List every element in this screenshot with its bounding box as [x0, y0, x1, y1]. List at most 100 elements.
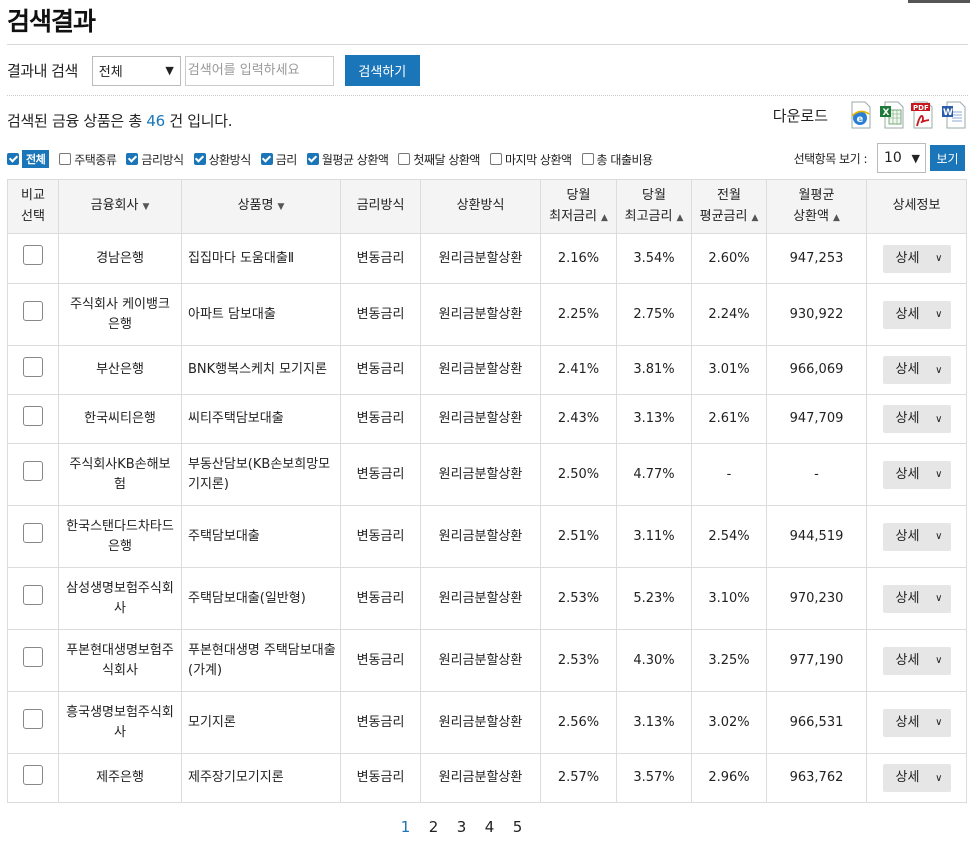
compare-checkbox[interactable] [23, 356, 43, 377]
min-cell: 2.56% [540, 691, 617, 754]
detail-button[interactable]: 상세 ∨ [882, 300, 951, 329]
repay-cell: 원리금분할상환 [420, 691, 541, 754]
option-checkbox[interactable] [581, 153, 594, 165]
option-rate-method[interactable]: 금리방식 [126, 151, 184, 168]
compare-cell [7, 505, 59, 568]
option-checkbox[interactable] [126, 153, 139, 165]
sort-arrow-icon[interactable]: ▲ [833, 213, 840, 223]
search-scope-select[interactable]: 전체 ▼ [91, 55, 181, 86]
pdf-icon[interactable]: PDF [911, 100, 935, 130]
max-cell: 4.30% [616, 629, 692, 692]
chevron-down-icon: ∨ [935, 309, 943, 320]
detail-label: 상세 [895, 411, 920, 427]
detail-button[interactable]: 상세 ∨ [882, 405, 951, 433]
option-checkbox[interactable] [489, 153, 502, 165]
chevron-down-icon: ∨ [935, 717, 943, 728]
table-header: 비교 선택 금융회사 ▼ 상품명 ▼ 금리방식 상환방식 당월 최저금리 ▲ 당월 최고금리 ▲ 전월 평균금… [7, 179, 967, 234]
monthly-cell: 930,922 [766, 283, 867, 346]
svg-text:e: e [857, 114, 864, 125]
compare-cell [7, 394, 59, 444]
cell-line: 부산은행 [96, 362, 144, 378]
option-all[interactable]: 전체 [7, 150, 50, 168]
sort-arrow-icon[interactable]: ▲ [676, 213, 683, 223]
option-checkbox[interactable] [59, 153, 72, 165]
repay-cell: 원리금분할상환 [420, 233, 541, 284]
cell-line: 사 [114, 600, 126, 616]
chevron-down-icon: ∨ [935, 364, 943, 376]
option-all-checkbox[interactable] [7, 153, 19, 165]
per-page-apply-button[interactable]: 보기 [930, 145, 965, 171]
column-header[interactable]: 당월 최저금리 ▲ [540, 179, 617, 234]
option-total-cost[interactable]: 총 대출비용 [581, 151, 654, 168]
compare-cell [7, 567, 59, 630]
excel-icon[interactable]: X [880, 100, 904, 130]
compare-checkbox[interactable] [23, 585, 43, 606]
monthly-cell: 966,069 [766, 345, 867, 395]
option-checkbox[interactable] [306, 153, 319, 165]
product-cell: 부동산담보(KB손보희망모 기지론) [181, 443, 341, 506]
max-cell: 3.13% [616, 691, 692, 754]
avg-cell: 2.60% [691, 233, 767, 284]
company-cell: 삼성생명보험주식회사 [58, 567, 182, 630]
compare-checkbox[interactable] [23, 764, 43, 785]
page-link-5[interactable]: 5 [499, 818, 536, 836]
detail-button[interactable]: 상세 ∨ [882, 646, 951, 675]
word-icon[interactable]: W [942, 100, 966, 130]
option-first-month-repay[interactable]: 첫째달 상환액 [398, 151, 480, 168]
column-header[interactable]: 당월 최고금리 ▲ [616, 179, 692, 234]
column-options: 전체 주택종류 금리방식 상환방식 금리 월평균 상환액 첫째달 상환액 마지막… [7, 143, 965, 173]
column-header[interactable]: 월평균 상환액 ▲ [766, 179, 867, 234]
cell-line: 선택 [21, 208, 45, 224]
option-repay-method[interactable]: 상환방식 [193, 151, 251, 168]
detail-button[interactable]: 상세 ∨ [882, 460, 951, 489]
option-checkbox[interactable] [398, 153, 411, 165]
option-last-repay[interactable]: 마지막 상환액 [489, 151, 572, 168]
option-checkbox[interactable] [260, 153, 273, 165]
compare-checkbox[interactable] [23, 245, 43, 266]
option-rate[interactable]: 금리 [260, 151, 297, 168]
detail-button[interactable]: 상세 ∨ [882, 764, 951, 792]
sort-arrow-icon[interactable]: ▼ [142, 202, 149, 212]
compare-cell [7, 753, 59, 803]
product-cell: 아파트 담보대출 [181, 283, 341, 346]
cell-line: 식회사 [102, 662, 138, 678]
detail-button[interactable]: 상세 ∨ [882, 708, 951, 737]
chevron-down-icon: ∨ [935, 593, 943, 604]
compare-checkbox[interactable] [23, 301, 43, 322]
title-divider [7, 44, 968, 45]
per-page-select[interactable]: 10 ▼ [877, 143, 926, 173]
per-page-label: 선택항목 보기 : [793, 151, 868, 166]
cell-line: 당월 [642, 188, 666, 204]
detail-button[interactable]: 상세 ∨ [882, 584, 951, 613]
cell-line: 삼성생명보험주식회 [66, 581, 174, 596]
column-header[interactable]: 상품명 ▼ [181, 179, 341, 234]
column-header: 상세정보 [866, 179, 967, 234]
monthly-cell: 963,762 [766, 753, 867, 803]
sort-arrow-icon[interactable]: ▲ [751, 213, 758, 223]
option-monthly-repay[interactable]: 월평균 상환액 [306, 151, 389, 168]
search-input[interactable] [184, 55, 334, 86]
compare-checkbox[interactable] [23, 647, 43, 668]
compare-checkbox[interactable] [23, 461, 43, 482]
company-cell: 한국씨티은행 [58, 394, 182, 444]
search-scope-value: 전체 [98, 65, 123, 80]
compare-checkbox[interactable] [23, 709, 43, 730]
column-header[interactable]: 금융회사 ▼ [58, 179, 182, 234]
sort-arrow-icon[interactable]: ▼ [277, 202, 284, 212]
option-house-type[interactable]: 주택종류 [59, 151, 117, 168]
compare-checkbox[interactable] [23, 523, 43, 544]
search-button[interactable]: 검색하기 [344, 55, 420, 86]
cell-line: 제주은행 [96, 770, 144, 786]
cell-line: 아파트 담보대출 [188, 306, 276, 322]
repay-cell: 원리금분할상환 [420, 283, 541, 346]
option-label: 총 대출비용 [596, 152, 654, 167]
column-header[interactable]: 전월 평균금리 ▲ [691, 179, 767, 234]
detail-button[interactable]: 상세 ∨ [882, 356, 951, 384]
search-divider [7, 95, 968, 96]
detail-button[interactable]: 상세 ∨ [882, 244, 951, 273]
compare-checkbox[interactable] [23, 405, 43, 426]
option-checkbox[interactable] [193, 153, 206, 165]
sort-arrow-icon[interactable]: ▲ [601, 213, 608, 223]
detail-button[interactable]: 상세 ∨ [882, 522, 951, 551]
ie-icon[interactable]: e [849, 100, 873, 130]
